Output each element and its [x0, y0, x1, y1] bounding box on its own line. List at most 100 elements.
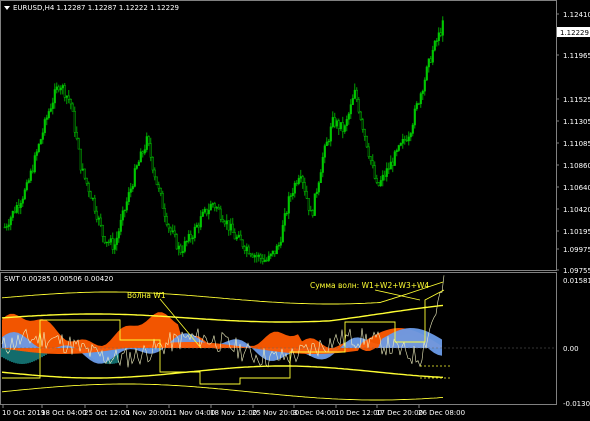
candle	[201, 209, 204, 218]
candle	[119, 213, 122, 236]
candle	[25, 179, 28, 192]
candle	[177, 241, 180, 256]
candle	[399, 142, 402, 147]
candle	[385, 162, 388, 182]
candle	[107, 239, 110, 246]
candle	[51, 97, 54, 115]
candle	[141, 150, 144, 158]
candle	[125, 197, 128, 213]
candle	[277, 242, 280, 250]
candle	[153, 167, 156, 181]
main-frame	[0, 0, 557, 271]
candle	[291, 187, 294, 200]
lower-band	[1, 383, 444, 401]
candle	[205, 208, 208, 217]
price-axis: 1.124101.121951.119651.115251.113051.110…	[556, 11, 590, 275]
candle	[47, 108, 50, 120]
price-marker: 1.12229	[560, 29, 589, 37]
candle	[423, 77, 426, 96]
candle	[131, 183, 134, 193]
candle	[273, 250, 276, 257]
candle	[165, 212, 168, 227]
time-tick-label: 10 Oct 2019	[2, 409, 45, 417]
price-tick-label: 1.09975	[563, 246, 590, 254]
candle	[353, 83, 356, 100]
candle	[13, 206, 16, 214]
candle	[241, 239, 244, 249]
candle	[3, 223, 6, 229]
candle	[393, 149, 396, 166]
candle	[97, 215, 100, 226]
candle	[237, 231, 240, 238]
candle	[313, 193, 316, 216]
candle	[255, 251, 258, 263]
candle	[323, 143, 326, 164]
candle	[135, 164, 138, 170]
candle	[191, 235, 194, 245]
candle	[115, 231, 118, 251]
candlesticks	[3, 16, 444, 265]
candle	[67, 90, 70, 104]
candle	[147, 135, 150, 147]
chart-canvas[interactable]: EURUSD,H4 1.12287 1.12287 1.12222 1.1222…	[0, 0, 590, 421]
time-tick-label: 18 Oct 04:00	[41, 409, 87, 417]
candle	[359, 110, 362, 121]
candle	[301, 174, 304, 189]
candle	[239, 230, 242, 241]
indicator-series	[0, 275, 556, 401]
candle	[39, 138, 42, 145]
candle	[33, 152, 36, 174]
time-tick-label: 18 Nov 12:00	[210, 409, 257, 417]
candle	[197, 222, 200, 234]
candle	[83, 168, 86, 181]
candle	[405, 135, 408, 142]
candle	[341, 116, 344, 139]
candle	[269, 253, 272, 260]
candle	[21, 196, 24, 208]
candle	[321, 152, 324, 178]
candle	[207, 203, 210, 220]
candle	[173, 225, 176, 238]
candle	[233, 228, 236, 240]
candle	[209, 200, 212, 211]
candle	[413, 105, 416, 129]
candle	[431, 45, 434, 66]
candle	[227, 220, 230, 236]
candle	[81, 163, 84, 172]
candle	[409, 132, 412, 142]
price-tick-label: 1.11525	[563, 96, 590, 104]
candle	[235, 234, 238, 241]
candle	[73, 106, 76, 137]
candle	[181, 245, 184, 257]
candle	[329, 122, 332, 147]
candle	[435, 37, 438, 47]
candle	[195, 222, 198, 228]
candle	[401, 133, 404, 149]
candle	[215, 205, 218, 212]
candle	[137, 159, 140, 166]
candle	[259, 253, 262, 264]
time-tick-label: 3 Dec 04:00	[293, 409, 336, 417]
candle	[387, 162, 390, 175]
candle	[271, 250, 274, 257]
candle	[93, 194, 96, 214]
candle	[251, 252, 254, 258]
chevron-down-icon[interactable]	[4, 6, 10, 10]
chart-window[interactable]: EURUSD,H4 1.12287 1.12287 1.12222 1.1222…	[0, 0, 590, 421]
candle	[35, 149, 38, 161]
time-tick-label: 17 Dec 20:00	[376, 409, 423, 417]
candle	[219, 205, 222, 223]
candle	[403, 135, 406, 145]
candle	[265, 257, 268, 263]
candle	[397, 144, 400, 152]
price-tick-label: 1.10195	[563, 228, 590, 236]
candle	[103, 235, 106, 245]
candle	[221, 215, 224, 223]
candle	[315, 188, 318, 198]
candle	[327, 138, 330, 146]
candle	[343, 124, 346, 134]
candle	[275, 243, 278, 255]
candle	[5, 223, 8, 231]
candle	[441, 16, 444, 42]
candle	[161, 190, 164, 209]
